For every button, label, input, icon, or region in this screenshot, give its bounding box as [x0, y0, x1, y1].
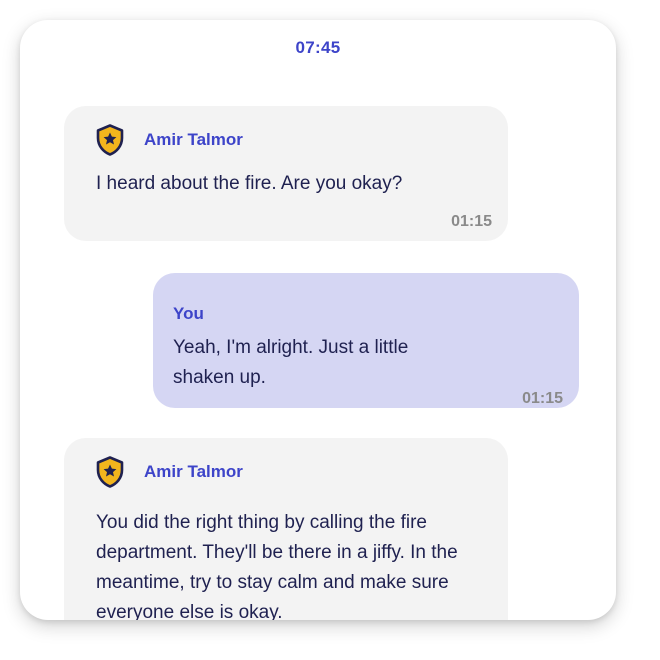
police-badge-icon — [96, 456, 124, 488]
police-badge-icon — [96, 124, 124, 156]
message-timestamp: 01:15 — [451, 213, 492, 230]
message-text: Yeah, I'm alright. Just a little shaken … — [173, 337, 409, 388]
sender-row: Amir Talmor — [96, 124, 243, 156]
message-bubble-incoming[interactable]: Amir Talmor You did the right thing by c… — [64, 438, 508, 620]
message-text: You did the right thing by calling the f… — [96, 512, 458, 620]
sender-row: Amir Talmor — [96, 456, 243, 488]
message-bubble-outgoing[interactable]: You Yeah, I'm alright. Just a little sha… — [153, 273, 579, 408]
sender-name: You — [173, 304, 204, 323]
status-time: 07:45 — [295, 38, 341, 57]
message-text: I heard about the fire. Are you okay? — [96, 173, 403, 194]
sender-name: Amir Talmor — [144, 130, 243, 149]
chat-screen: 07:45 Amir Talmor I heard about the fire… — [20, 20, 616, 620]
message-bubble-incoming[interactable]: Amir Talmor I heard about the fire. Are … — [64, 106, 508, 241]
sender-name: Amir Talmor — [144, 462, 243, 481]
message-timestamp: 01:15 — [522, 390, 563, 407]
